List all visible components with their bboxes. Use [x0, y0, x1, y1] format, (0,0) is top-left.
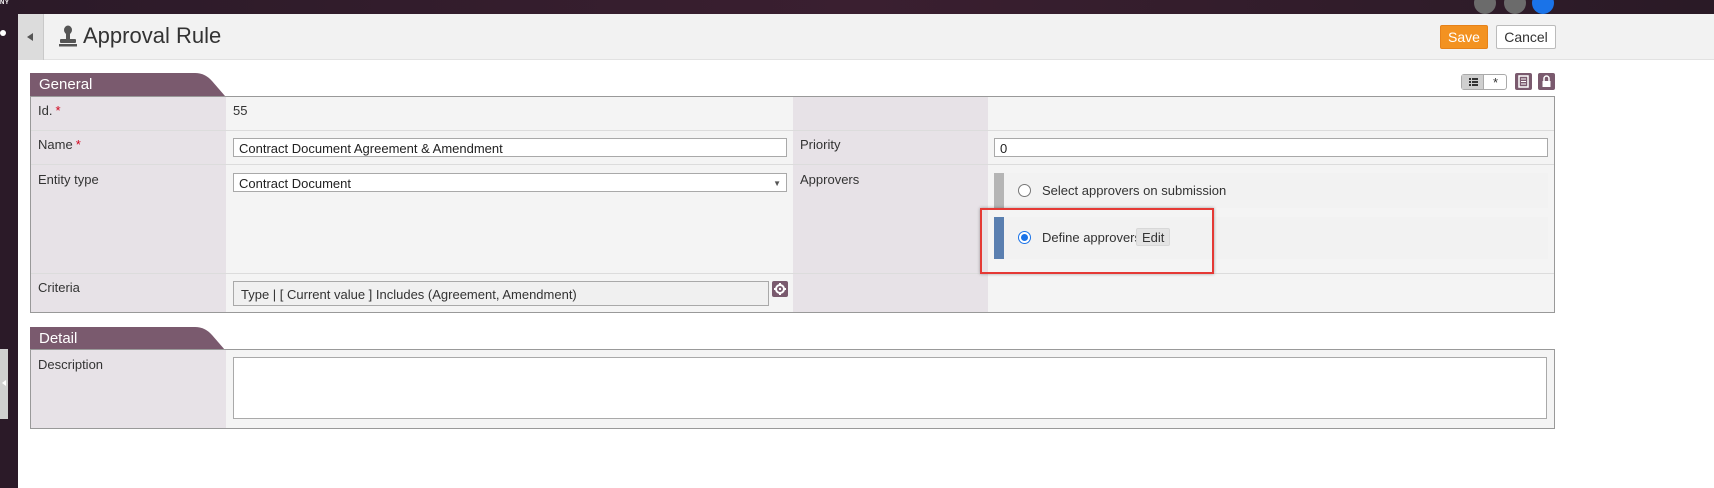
required-mark: *	[55, 103, 61, 118]
criteria-field[interactable]: Type | [ Current value ] Includes (Agree…	[233, 281, 769, 306]
notification-icon[interactable]	[1504, 0, 1526, 14]
expand-panel-handle[interactable]	[0, 349, 8, 419]
view-toggle[interactable]: *	[1461, 74, 1507, 90]
description-label: Description	[38, 357, 104, 372]
approvers-label: Approvers	[800, 172, 860, 187]
help-icon[interactable]	[1532, 0, 1554, 14]
asterisk-icon[interactable]: *	[1485, 75, 1506, 90]
entity-type-label: Entity type	[38, 172, 99, 187]
page-title: Approval Rule	[83, 23, 222, 48]
annotation-highlight-box	[980, 208, 1214, 274]
caret-left-icon	[27, 33, 33, 41]
required-mark: *	[75, 137, 81, 152]
detail-section-tab: Detail	[30, 327, 225, 350]
user-avatar-icon[interactable]	[1474, 0, 1496, 14]
detail-section-title: Detail	[39, 330, 78, 347]
lock-icon[interactable]	[1538, 73, 1555, 90]
brand-text: NY	[0, 0, 10, 6]
general-section-title: General	[39, 76, 93, 93]
id-label: Id. *	[38, 103, 61, 118]
submission-radio[interactable]	[1018, 184, 1031, 197]
detail-form: Description	[30, 349, 1555, 429]
list-icon[interactable]	[1462, 75, 1484, 89]
general-form: Id. * 55 Name * Contract Document Agreemen…	[30, 96, 1555, 313]
submission-option-label: Select approvers on submission	[1042, 183, 1227, 198]
entity-type-value: Contract Document	[239, 176, 351, 191]
id-value: 55	[233, 103, 248, 118]
name-label: Name *	[38, 137, 81, 152]
caret-left-icon	[2, 380, 6, 386]
criteria-label: Criteria	[38, 280, 80, 295]
entity-type-select[interactable]: Contract Document ▼	[233, 173, 787, 192]
title-bar: Approval Rule Save Cancel	[18, 14, 1714, 60]
approval-rule-page: Approval Rule Save Cancel General * Id. *…	[18, 14, 1714, 488]
notes-icon[interactable]	[1515, 73, 1532, 90]
priority-input[interactable]: 0	[994, 138, 1548, 157]
priority-label: Priority	[800, 137, 841, 152]
description-textarea[interactable]	[233, 357, 1547, 419]
stamp-icon	[59, 25, 77, 47]
collapse-sidebar-button[interactable]	[18, 14, 44, 60]
save-button[interactable]: Save	[1440, 25, 1488, 49]
approver-option-submission[interactable]: Select approvers on submission	[994, 173, 1548, 208]
cancel-button[interactable]: Cancel	[1496, 25, 1556, 49]
nav-dot-icon[interactable]	[0, 30, 6, 36]
name-input[interactable]: Contract Document Agreement & Amendment	[233, 138, 787, 157]
general-section-tab: General	[30, 73, 225, 96]
criteria-gear-icon[interactable]	[772, 281, 788, 297]
dropdown-arrow-icon: ▼	[773, 179, 781, 188]
app-top-bar: NY	[0, 0, 1714, 14]
